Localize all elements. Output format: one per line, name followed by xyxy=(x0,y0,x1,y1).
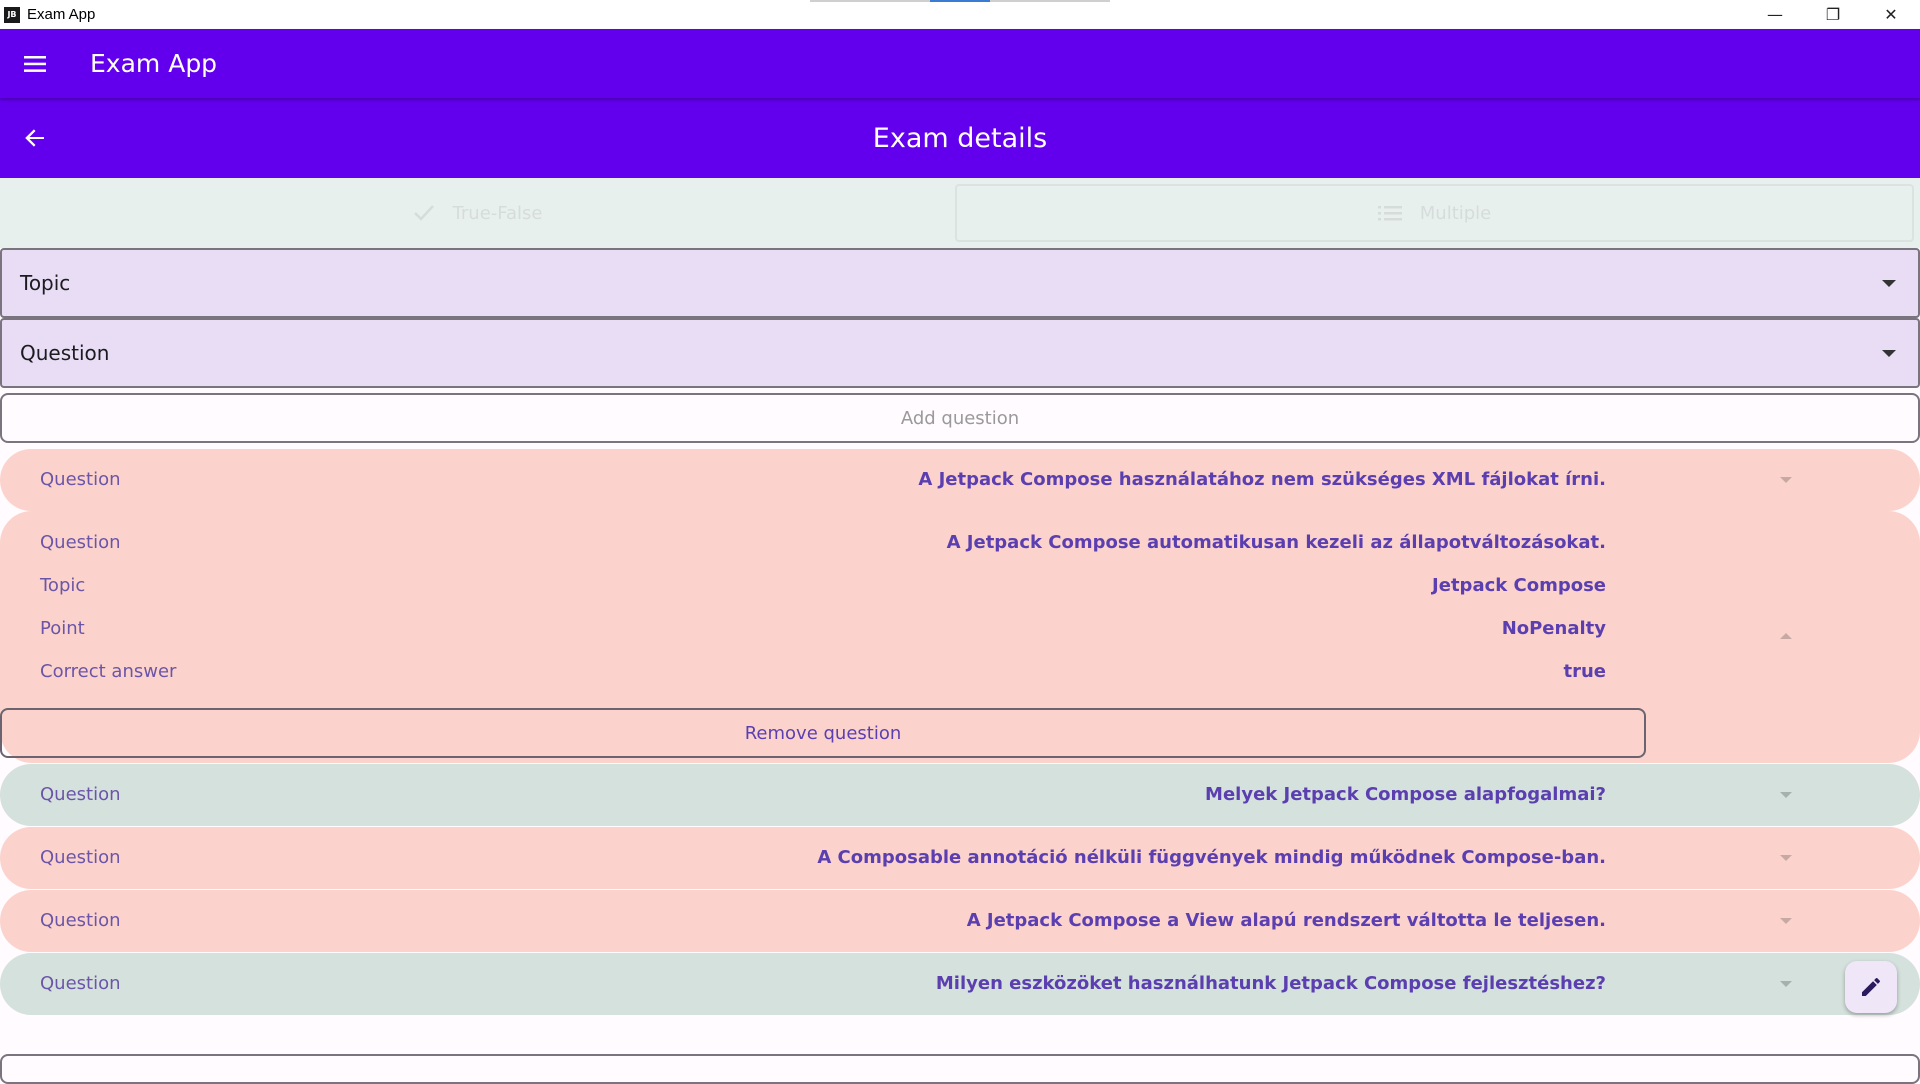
question-type-tabs: True-False Multiple xyxy=(0,178,1920,248)
question-label: Question xyxy=(40,910,121,931)
arrow-back-icon xyxy=(25,129,44,147)
dropdown-arrow-icon xyxy=(1882,350,1896,357)
window-title: Exam App xyxy=(27,6,96,23)
menu-icon xyxy=(24,55,46,72)
check-icon xyxy=(413,205,434,221)
question-dropdown-label: Question xyxy=(20,341,110,365)
dropdown-arrow-icon xyxy=(1882,280,1896,287)
expand-icon[interactable] xyxy=(1780,981,1792,987)
question-text: A Jetpack Compose a View alapú rendszert… xyxy=(966,910,1606,931)
question-card[interactable]: Question A Jetpack Compose használatához… xyxy=(0,449,1920,511)
tab-label: Multiple xyxy=(1419,202,1492,224)
close-window-button[interactable]: ✕ xyxy=(1862,0,1920,29)
question-label: Question xyxy=(40,973,121,994)
question-dropdown[interactable]: Question xyxy=(0,318,1920,388)
topic-row: Topic Jetpack Compose xyxy=(40,575,1606,596)
point-value: NoPenalty xyxy=(1501,618,1606,639)
question-row: Question A Composable annotáció nélküli … xyxy=(40,847,1606,868)
topic-label: Topic xyxy=(40,575,86,596)
question-label: Question xyxy=(40,532,121,553)
app-top-bar: Exam App xyxy=(0,29,1920,98)
question-text: Milyen eszközöket használhatunk Jetpack … xyxy=(935,973,1606,994)
app-title: Exam App xyxy=(90,49,218,78)
add-question-button[interactable]: Add question xyxy=(0,393,1920,443)
topic-value: Jetpack Compose xyxy=(1432,575,1606,596)
question-card[interactable]: Question A Composable annotáció nélküli … xyxy=(0,827,1920,889)
expand-icon[interactable] xyxy=(1780,477,1792,483)
tab-label: True-False xyxy=(452,202,543,224)
collapse-icon[interactable] xyxy=(1780,633,1792,639)
question-row: Question A Jetpack Compose a View alapú … xyxy=(40,910,1606,931)
remove-question-button[interactable]: Remove question xyxy=(0,708,1646,758)
question-label: Question xyxy=(40,784,121,805)
question-card[interactable]: Question Milyen eszközöket használhatunk… xyxy=(0,953,1920,1015)
tab-multiple[interactable]: Multiple xyxy=(955,184,1914,242)
edit-icon xyxy=(1862,977,1880,996)
window-titlebar: JB Exam App — ❐ ✕ xyxy=(0,0,1920,29)
menu-button[interactable] xyxy=(0,29,70,98)
maximize-button[interactable]: ❐ xyxy=(1804,0,1862,29)
question-row: Question Melyek Jetpack Compose alapfoga… xyxy=(40,784,1606,805)
page-title: Exam details xyxy=(872,122,1048,154)
window-controls: — ❐ ✕ xyxy=(1746,0,1920,29)
question-card[interactable]: Question A Jetpack Compose a View alapú … xyxy=(0,890,1920,952)
question-text: A Composable annotáció nélküli függvénye… xyxy=(817,847,1606,868)
topic-dropdown-label: Topic xyxy=(20,271,71,295)
question-text: A Jetpack Compose használatához nem szük… xyxy=(918,469,1606,490)
tab-true-false[interactable]: True-False xyxy=(0,178,955,248)
point-row: Point NoPenalty xyxy=(40,618,1606,639)
edit-fab-button[interactable] xyxy=(1845,961,1897,1013)
correct-answer-label: Correct answer xyxy=(40,661,177,682)
topic-dropdown[interactable]: Topic xyxy=(0,248,1920,318)
point-label: Point xyxy=(40,618,85,639)
expand-icon[interactable] xyxy=(1780,918,1792,924)
question-row: Question Milyen eszközöket használhatunk… xyxy=(40,973,1606,994)
minimize-button[interactable]: — xyxy=(1746,0,1804,29)
expand-icon[interactable] xyxy=(1780,792,1792,798)
correct-answer-row: Correct answer true xyxy=(40,661,1606,682)
back-button[interactable] xyxy=(0,98,70,178)
correct-answer-value: true xyxy=(1563,661,1606,682)
question-label: Question xyxy=(40,469,121,490)
list-icon xyxy=(1377,206,1402,221)
question-text: A Jetpack Compose automatikusan kezeli a… xyxy=(946,532,1606,553)
question-label: Question xyxy=(40,847,121,868)
expand-icon[interactable] xyxy=(1780,855,1792,861)
question-text: Melyek Jetpack Compose alapfogalmai? xyxy=(1205,784,1606,805)
question-card[interactable]: Question Melyek Jetpack Compose alapfoga… xyxy=(0,764,1920,826)
question-row: Question A Jetpack Compose automatikusan… xyxy=(40,532,1606,553)
titlebar-indicator xyxy=(810,0,1110,2)
app-logo-icon: JB xyxy=(4,6,20,23)
question-row: Question A Jetpack Compose használatához… xyxy=(40,469,1606,490)
screen-header: Exam details xyxy=(0,98,1920,178)
